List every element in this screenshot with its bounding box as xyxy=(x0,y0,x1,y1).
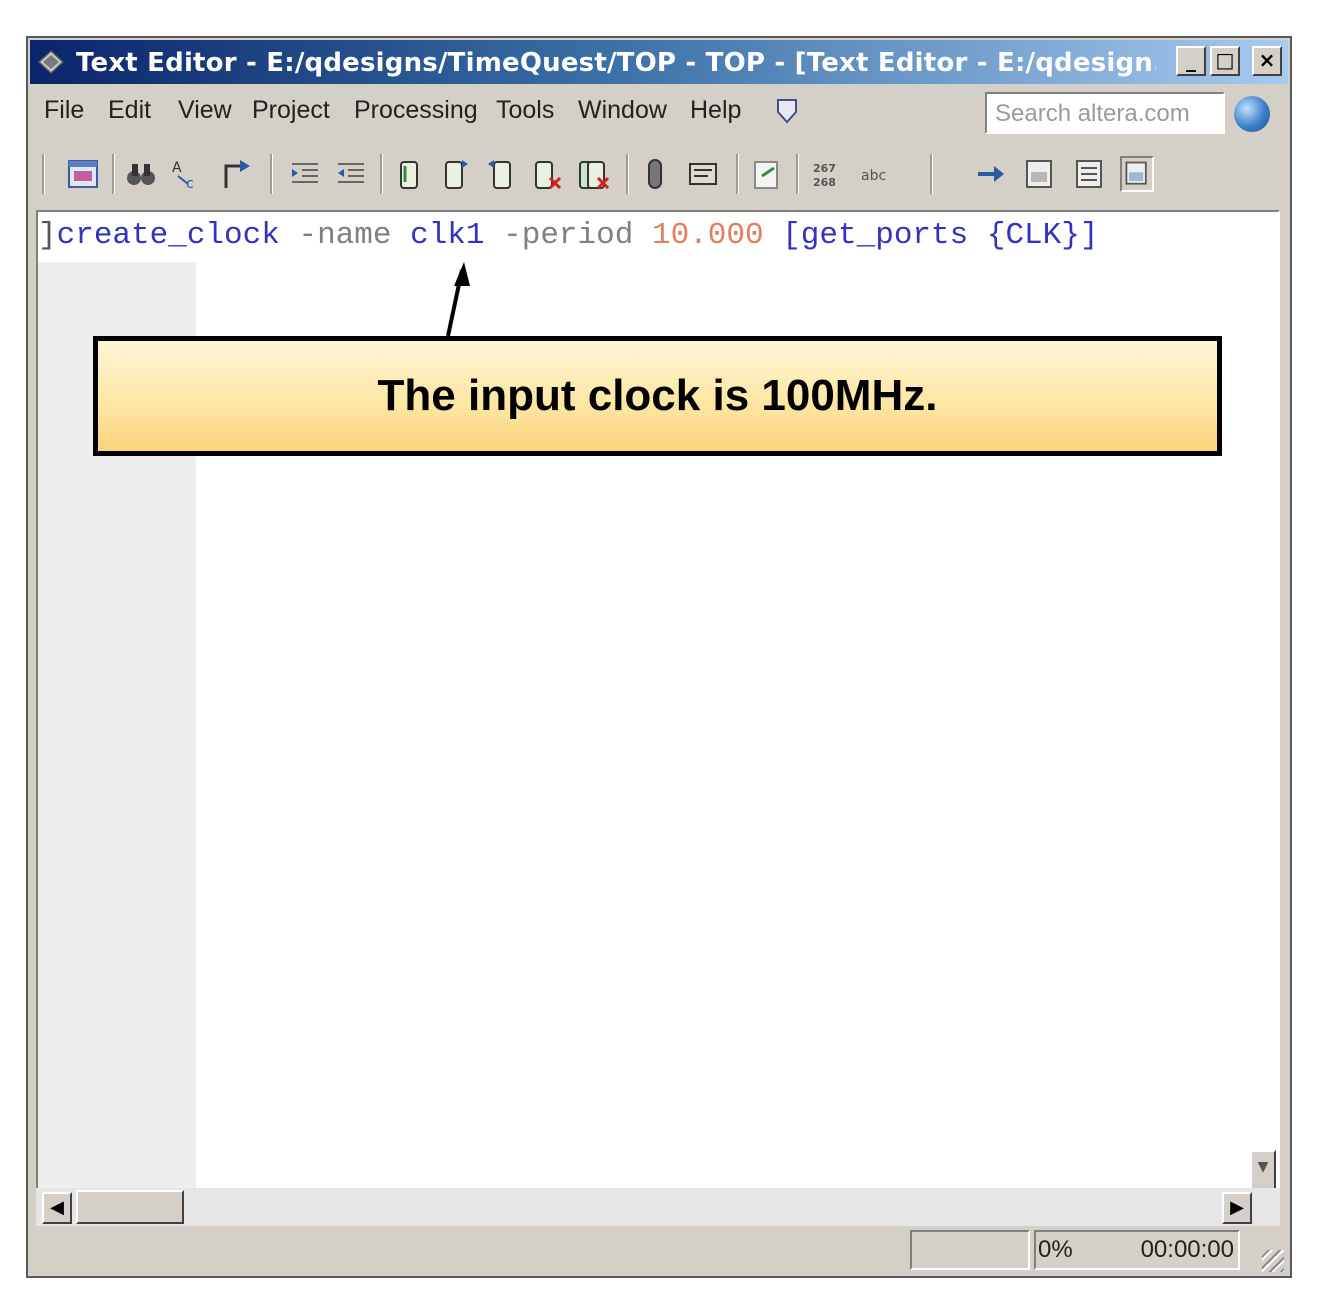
callout-box: The input clock is 100MHz. xyxy=(93,336,1222,456)
callout-text: The input clock is 100MHz. xyxy=(377,371,938,420)
callout-arrow xyxy=(446,262,470,337)
